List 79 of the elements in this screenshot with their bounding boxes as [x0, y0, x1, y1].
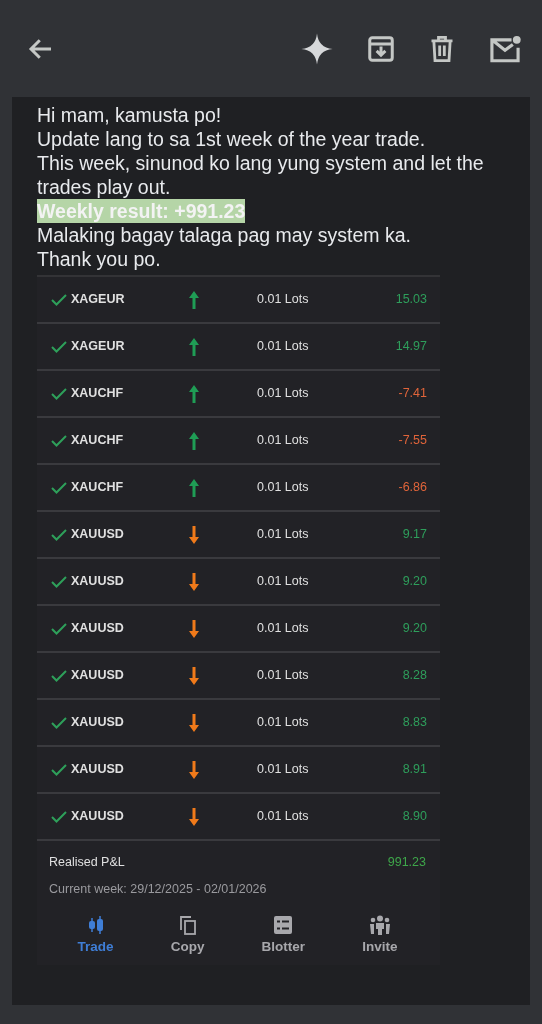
pnl-label: Realised P&L — [49, 854, 125, 871]
pnl-value: 9.20 — [402, 573, 427, 591]
nav-tab[interactable]: Blotter — [261, 914, 306, 957]
lots-text: 0.01 Lots — [257, 714, 309, 732]
pnl-value: 14.97 — [395, 338, 427, 356]
lots-text: 0.01 Lots — [257, 808, 309, 826]
lots-text: 0.01 Lots — [257, 432, 309, 450]
symbol-text: XAUCHF — [71, 385, 125, 403]
check-icon — [51, 716, 67, 729]
pnl-value: 9.20 — [402, 620, 427, 638]
message-text: Thank you po. — [37, 248, 161, 270]
down-arrow-icon — [188, 618, 200, 639]
nav-tab[interactable]: Copy — [170, 914, 205, 957]
nav-tab[interactable]: Trade — [77, 914, 114, 957]
pnl-value: -6.86 — [398, 479, 427, 497]
down-arrow-icon — [188, 665, 200, 686]
check-icon — [51, 293, 67, 306]
symbol-text: XAUCHF — [71, 432, 125, 450]
check-icon — [51, 387, 67, 400]
lots-text: 0.01 Lots — [257, 667, 309, 685]
down-arrow-icon — [188, 759, 200, 780]
highlighted-text: Weekly result: +991.23 — [37, 199, 246, 223]
pnl-value: -7.55 — [398, 432, 427, 450]
pnl-value: 8.83 — [402, 714, 427, 732]
symbol-text: XAUCHF — [71, 479, 125, 497]
symbol-text: XAGEUR — [71, 291, 126, 309]
check-icon — [51, 434, 67, 447]
pnl-value: 8.28 — [402, 667, 427, 685]
nav-tab[interactable]: Invite — [362, 914, 398, 957]
people-icon — [368, 914, 391, 935]
symbol-text: XAUUSD — [71, 761, 125, 779]
up-arrow-icon — [188, 383, 200, 404]
envelope-icon — [488, 33, 522, 64]
down-arrow-icon — [188, 571, 200, 592]
check-icon — [51, 763, 67, 776]
message-text: Malaking bagay talaga pag may system ka. — [37, 224, 411, 246]
pnl-value: 9.17 — [402, 526, 427, 544]
lots-text: 0.01 Lots — [257, 620, 309, 638]
down-arrow-icon — [188, 806, 200, 827]
check-icon — [51, 481, 67, 494]
message-text: Update lang to sa 1st week of the year trade. — [37, 128, 426, 150]
pnl-value: -7.41 — [398, 385, 427, 403]
lots-text: 0.01 Lots — [257, 761, 309, 779]
candlestick-icon — [86, 914, 105, 935]
pnl-total: 991.23 — [387, 854, 426, 871]
lots-text: 0.01 Lots — [257, 526, 309, 544]
symbol-text: XAUUSD — [71, 808, 125, 826]
check-icon — [51, 340, 67, 353]
down-arrow-icon — [188, 712, 200, 733]
list-icon — [273, 914, 294, 935]
symbol-text: XAUUSD — [71, 573, 125, 591]
symbol-text: XAUUSD — [71, 714, 125, 732]
copy-icon — [178, 914, 197, 935]
pnl-value: 8.90 — [402, 808, 427, 826]
up-arrow-icon — [188, 289, 200, 310]
symbol-text: XAGEUR — [71, 338, 126, 356]
lots-text: 0.01 Lots — [257, 573, 309, 591]
symbol-text: XAUUSD — [71, 620, 125, 638]
symbol-text: XAUUSD — [71, 667, 125, 685]
check-icon — [51, 575, 67, 588]
lots-text: 0.01 Lots — [257, 291, 309, 309]
up-arrow-icon — [188, 477, 200, 498]
period-text: Current week: 29/12/2025 - 02/01/2026 — [49, 880, 268, 898]
message-text: Hi mam, kamusta po! — [37, 104, 222, 126]
up-arrow-icon — [188, 430, 200, 451]
down-arrow-icon — [188, 524, 200, 545]
check-icon — [51, 810, 67, 823]
symbol-text: XAUUSD — [71, 526, 125, 544]
up-arrow-icon — [188, 336, 200, 357]
check-icon — [51, 622, 67, 635]
check-icon — [51, 528, 67, 541]
pnl-value: 15.03 — [395, 291, 427, 309]
check-icon — [51, 669, 67, 682]
pnl-value: 8.91 — [402, 761, 427, 779]
lots-text: 0.01 Lots — [257, 479, 309, 497]
archive-icon — [366, 33, 396, 64]
lots-text: 0.01 Lots — [257, 338, 309, 356]
lots-text: 0.01 Lots — [257, 385, 309, 403]
message-text: This week, sinunod ko lang yung system and let the trades play out. — [37, 152, 484, 198]
